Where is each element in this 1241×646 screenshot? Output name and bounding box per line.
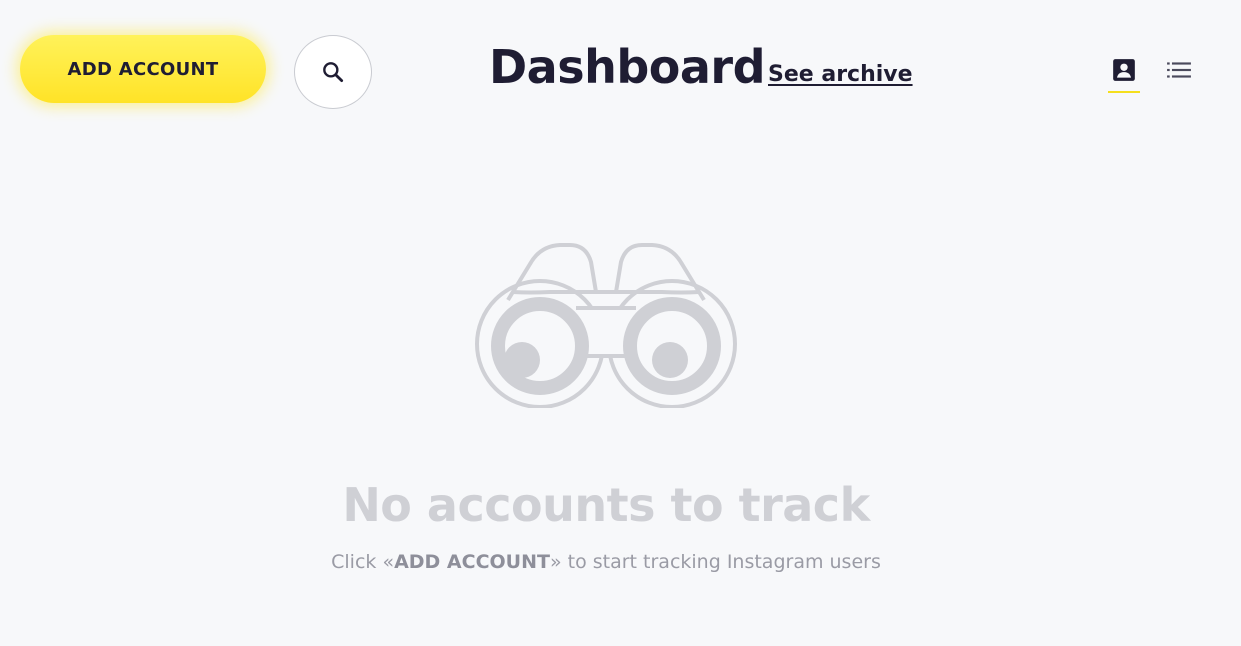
hint-action: ADD ACCOUNT bbox=[394, 551, 550, 573]
hint-prefix: Click « bbox=[331, 551, 395, 573]
hint-suffix: » to start tracking Instagram users bbox=[549, 551, 881, 573]
contact-card-icon bbox=[1113, 59, 1135, 81]
empty-state-hint: Click «ADD ACCOUNT» to start tracking In… bbox=[0, 549, 1212, 575]
search-button[interactable] bbox=[294, 35, 372, 109]
view-toggle-cards[interactable] bbox=[1108, 57, 1140, 93]
dashboard-page: ADD ACCOUNT Dashboard See archive No acc… bbox=[0, 0, 1241, 646]
page-title: Dashboard bbox=[489, 40, 766, 94]
see-archive-link[interactable]: See archive bbox=[768, 60, 913, 90]
list-icon bbox=[1167, 62, 1191, 78]
view-toggle-list[interactable] bbox=[1163, 57, 1195, 93]
binoculars-icon bbox=[475, 243, 737, 408]
search-icon bbox=[323, 62, 344, 83]
add-account-button[interactable]: ADD ACCOUNT bbox=[20, 35, 266, 103]
empty-state-title: No accounts to track bbox=[342, 478, 870, 532]
